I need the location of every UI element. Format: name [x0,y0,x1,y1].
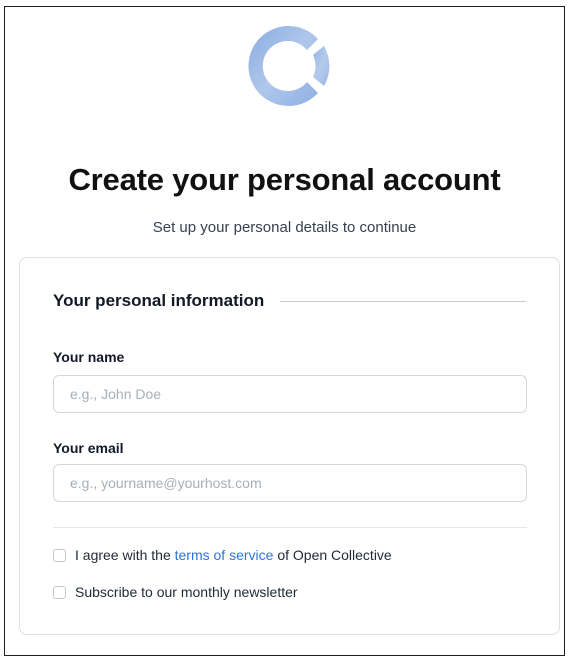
terms-suffix: of Open Collective [273,547,392,563]
newsletter-row: Subscribe to our monthly newsletter [53,584,298,600]
terms-row: I agree with the terms of service of Ope… [53,547,392,563]
newsletter-label: Subscribe to our monthly newsletter [75,584,298,600]
terms-checkbox[interactable] [53,548,66,562]
name-input[interactable] [53,375,527,413]
section-title: Your personal information [53,291,265,310]
terms-of-service-link[interactable]: terms of service [175,547,274,563]
personal-info-card: Your personal information Your name Your… [19,257,560,635]
form-divider [53,527,527,528]
name-label: Your name [53,349,125,365]
section-header: Your personal information [53,291,526,311]
section-divider [280,300,526,302]
terms-prefix: I agree with the [75,547,175,563]
open-collective-logo-icon [240,16,340,116]
page-title: Create your personal account [68,162,501,197]
email-label: Your email [53,440,124,456]
newsletter-checkbox[interactable] [53,585,66,599]
page-subtitle: Set up your personal details to continue [152,219,417,236]
email-input[interactable] [53,464,527,502]
